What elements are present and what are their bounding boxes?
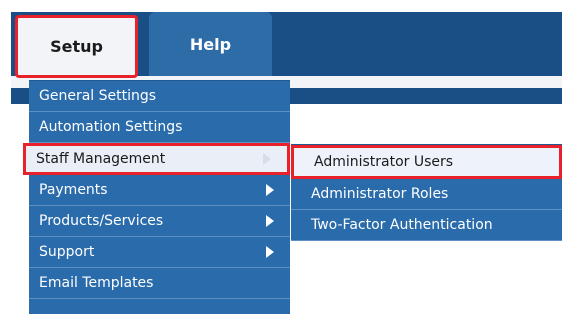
submenu-item-label: Administrator Roles — [311, 186, 449, 202]
menu-item-automation-settings[interactable]: Automation Settings — [29, 112, 290, 143]
menu-item-label: Staff Management — [36, 151, 166, 167]
staff-management-submenu: Administrator Users Administrator Roles … — [291, 144, 562, 241]
menu-item-label: Email Templates — [39, 275, 154, 291]
page-left-margin — [0, 0, 11, 313]
menu-item-general-settings[interactable]: General Settings — [29, 81, 290, 112]
menu-item-support[interactable]: Support — [29, 237, 290, 268]
submenu-item-administrator-users[interactable]: Administrator Users — [291, 145, 562, 179]
submenu-arrow-icon — [266, 246, 274, 258]
setup-dropdown-menu: General Settings Automation Settings Sta… — [23, 80, 290, 314]
menu-item-label: General Settings — [39, 88, 157, 104]
tab-help-label: Help — [189, 34, 232, 54]
submenu-item-label: Two-Factor Authentication — [311, 217, 493, 233]
menu-item-email-templates[interactable]: Email Templates — [29, 268, 290, 299]
submenu-arrow-icon — [266, 215, 274, 227]
menu-item-label: Payments — [39, 182, 108, 198]
menu-item-payments[interactable]: Payments — [29, 175, 290, 206]
submenu-arrow-icon — [263, 153, 271, 165]
menu-item-products-services[interactable]: Products/Services — [29, 206, 290, 237]
tab-help[interactable]: Help — [149, 12, 272, 76]
submenu-item-two-factor-authentication[interactable]: Two-Factor Authentication — [291, 210, 562, 241]
menu-item-label: Support — [39, 244, 95, 260]
submenu-item-label: Administrator Users — [314, 154, 454, 170]
menu-item-staff-management[interactable]: Staff Management — [23, 143, 290, 175]
menu-item-label: Automation Settings — [39, 119, 183, 135]
tab-setup-label: Setup — [50, 37, 103, 56]
menu-item-label: Products/Services — [39, 213, 164, 229]
submenu-item-administrator-roles[interactable]: Administrator Roles — [291, 179, 562, 210]
submenu-arrow-icon — [266, 184, 274, 196]
tab-setup[interactable]: Setup — [15, 15, 138, 78]
